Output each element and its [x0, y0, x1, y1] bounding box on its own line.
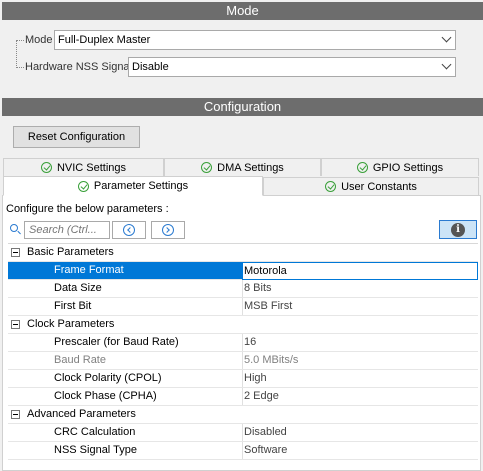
search-next-button[interactable]	[151, 221, 185, 239]
check-circle-icon	[356, 162, 368, 173]
tab-label: User Constants	[341, 180, 417, 193]
check-circle-icon	[325, 181, 337, 192]
param-value[interactable]: 8 Bits	[242, 280, 478, 297]
param-row-baud-rate: Baud Rate 5.0 MBits/s	[8, 352, 478, 370]
param-name: Data Size	[54, 282, 102, 294]
chevron-down-icon	[441, 32, 452, 43]
param-value: 5.0 MBits/s	[242, 352, 478, 369]
group-row-clock-parameters[interactable]: Clock Parameters	[8, 316, 478, 334]
collapse-icon[interactable]	[11, 248, 20, 257]
group-row-basic-parameters[interactable]: Basic Parameters	[8, 244, 478, 262]
mode-select-value: Full-Duplex Master	[58, 34, 151, 46]
param-value[interactable]: 16	[242, 334, 478, 351]
mode-section-header: Mode	[2, 2, 483, 20]
tab-gpio-settings[interactable]: GPIO Settings	[321, 158, 479, 176]
param-name: Prescaler (for Baud Rate)	[54, 336, 179, 348]
param-row-frame-format[interactable]: Frame Format Motorola	[8, 262, 478, 280]
param-value[interactable]: 2 Edge	[242, 388, 478, 405]
param-name: Clock Phase (CPHA)	[54, 390, 157, 402]
mode-label: Mode	[25, 34, 53, 46]
tab-user-constants[interactable]: User Constants	[263, 177, 479, 195]
param-name: First Bit	[54, 300, 92, 312]
search-icon	[10, 224, 18, 232]
group-label: Clock Parameters	[27, 318, 115, 330]
param-name: CRC Calculation	[54, 426, 136, 438]
info-button[interactable]: i	[439, 220, 477, 239]
param-name: Frame Format	[54, 264, 124, 276]
tree-connector	[16, 67, 24, 68]
param-value[interactable]: Software	[242, 442, 478, 459]
reset-configuration-button[interactable]: Reset Configuration	[13, 126, 140, 148]
group-label: Basic Parameters	[27, 246, 114, 258]
param-row-first-bit[interactable]: First Bit MSB First	[8, 298, 478, 316]
tab-dma-settings[interactable]: DMA Settings	[164, 158, 321, 176]
check-circle-icon	[40, 162, 52, 173]
check-circle-icon	[201, 162, 213, 173]
param-value[interactable]: High	[242, 370, 478, 387]
configuration-section-header: Configuration	[2, 98, 483, 116]
search-input[interactable]	[24, 221, 110, 239]
nss-select-value: Disable	[132, 61, 169, 73]
param-row-prescaler[interactable]: Prescaler (for Baud Rate) 16	[8, 334, 478, 352]
tab-parameter-settings[interactable]: Parameter Settings	[3, 176, 263, 196]
check-circle-icon	[77, 180, 89, 192]
parameter-grid: Basic Parameters Frame Format Motorola D…	[8, 243, 478, 461]
tree-connector	[16, 40, 17, 68]
param-value[interactable]: Disabled	[242, 424, 478, 441]
param-row-clock-phase[interactable]: Clock Phase (CPHA) 2 Edge	[8, 388, 478, 406]
collapse-icon[interactable]	[11, 320, 20, 329]
param-row-data-size[interactable]: Data Size 8 Bits	[8, 280, 478, 298]
arrow-left-circle-icon	[123, 224, 135, 236]
tab-label: GPIO Settings	[372, 161, 444, 174]
param-name: NSS Signal Type	[54, 444, 137, 456]
param-value[interactable]: MSB First	[242, 298, 478, 315]
tree-connector	[16, 40, 24, 41]
tab-label: NVIC Settings	[56, 161, 127, 174]
group-row-advanced-parameters[interactable]: Advanced Parameters	[8, 406, 478, 424]
param-name: Clock Polarity (CPOL)	[54, 372, 162, 384]
collapse-icon[interactable]	[11, 410, 20, 419]
panel-caption: Configure the below parameters :	[6, 203, 169, 215]
arrow-right-circle-icon	[162, 224, 174, 236]
group-label: Advanced Parameters	[27, 408, 136, 420]
nss-select[interactable]: Disable	[128, 57, 456, 77]
search-previous-button[interactable]	[112, 221, 146, 239]
param-row-crc-calculation[interactable]: CRC Calculation Disabled	[8, 424, 478, 442]
param-row-nss-signal-type[interactable]: NSS Signal Type Software	[8, 442, 478, 460]
mode-select[interactable]: Full-Duplex Master	[54, 30, 456, 50]
param-row-clock-polarity[interactable]: Clock Polarity (CPOL) High	[8, 370, 478, 388]
info-icon: i	[451, 222, 465, 237]
nss-label: Hardware NSS Signal	[25, 61, 132, 73]
param-value[interactable]: Motorola	[242, 262, 478, 280]
param-name: Baud Rate	[54, 354, 106, 366]
chevron-down-icon	[441, 59, 452, 70]
tab-nvic-settings[interactable]: NVIC Settings	[3, 158, 164, 176]
tab-label: Parameter Settings	[93, 180, 189, 192]
tab-label: DMA Settings	[217, 161, 284, 174]
